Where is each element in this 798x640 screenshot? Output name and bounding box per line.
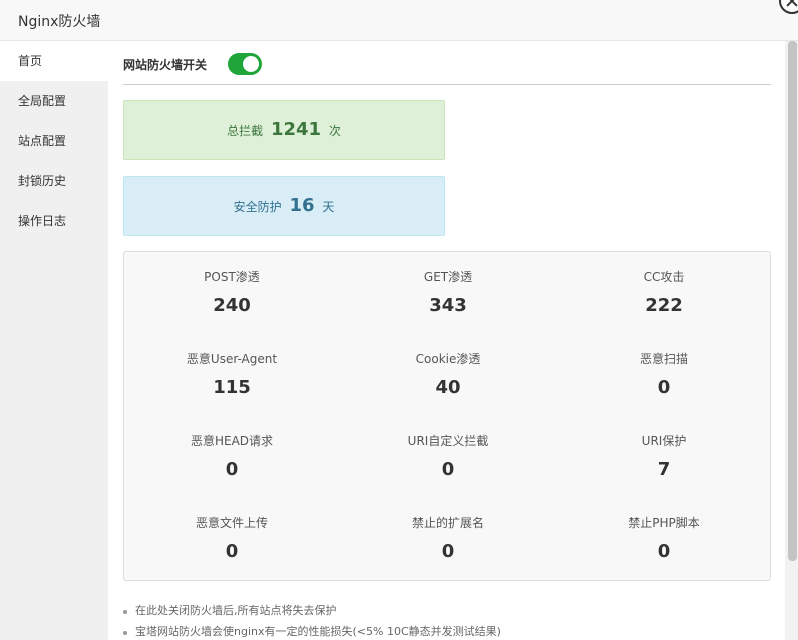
stat-value: 0 [657, 377, 671, 398]
total-blocked-prefix: 总拦截 [227, 124, 264, 138]
stat-uri-protection: URI保护 7 [556, 432, 772, 480]
stat-label: 禁止的扩展名 [411, 516, 484, 530]
stat-value: 0 [441, 541, 455, 562]
scrollbar[interactable] [785, 41, 798, 640]
total-blocked-value: 1241 [270, 119, 322, 140]
stat-value: 222 [645, 295, 683, 316]
window-title: Nginx防火墙 [18, 14, 101, 30]
sidebar-item-home[interactable]: 首页 [0, 41, 108, 81]
stat-label: URI自定义拦截 [407, 434, 489, 448]
stat-label: GET渗透 [423, 270, 473, 284]
stat-value: 0 [225, 541, 239, 562]
safe-days-box: 安全防护 16 天 [123, 176, 445, 236]
stat-value: 0 [441, 459, 455, 480]
stat-value: 115 [213, 377, 251, 398]
toggle-knob [243, 56, 259, 72]
stat-value: 0 [657, 541, 671, 562]
stat-label: CC攻击 [643, 270, 685, 284]
stat-value: 7 [657, 459, 671, 480]
stat-value: 240 [213, 295, 251, 316]
main-panel: 网站防火墙开关 总拦截 1241 次 安全防护 16 天 POST渗透 240 … [108, 41, 784, 640]
stat-label: POST渗透 [204, 270, 260, 284]
sidebar-item-global-config[interactable]: 全局配置 [0, 81, 108, 121]
stat-value: 0 [225, 459, 239, 480]
stat-cookie-injection: Cookie渗透 40 [340, 350, 556, 398]
stat-label: 恶意HEAD请求 [190, 434, 274, 448]
attack-stats-grid: POST渗透 240 GET渗透 343 CC攻击 222 恶意User-Age… [123, 251, 771, 581]
stat-uri-custom-block: URI自定义拦截 0 [340, 432, 556, 480]
stat-malicious-scan: 恶意扫描 0 [556, 350, 772, 398]
stat-label: 禁止PHP脚本 [628, 516, 700, 530]
stat-cc-attack: CC攻击 222 [556, 268, 772, 316]
stat-label: Cookie渗透 [415, 352, 481, 366]
title-bar: Nginx防火墙 [0, 0, 798, 41]
stat-label: URI保护 [641, 434, 687, 448]
safe-days-prefix: 安全防护 [233, 200, 282, 214]
stat-post-injection: POST渗透 240 [124, 268, 340, 316]
firewall-toggle[interactable] [228, 53, 262, 75]
note-item: 在此处关闭防火墙后,所有站点将失去保护 [123, 603, 501, 624]
stat-label: 恶意扫描 [639, 352, 688, 366]
sidebar-item-site-config[interactable]: 站点配置 [0, 121, 108, 161]
sidebar-item-block-history[interactable]: 封锁历史 [0, 161, 108, 201]
stat-forbidden-extension: 禁止的扩展名 0 [340, 514, 556, 562]
sidebar-item-operation-log[interactable]: 操作日志 [0, 201, 108, 241]
stat-get-injection: GET渗透 343 [340, 268, 556, 316]
stat-value: 40 [435, 377, 461, 398]
stat-value: 343 [429, 295, 467, 316]
notes-list: 在此处关闭防火墙后,所有站点将失去保护 宝塔网站防火墙会使nginx有一定的性能… [123, 603, 501, 640]
stat-malicious-head: 恶意HEAD请求 0 [124, 432, 340, 480]
stat-forbidden-php: 禁止PHP脚本 0 [556, 514, 772, 562]
safe-days-suffix: 天 [322, 200, 335, 214]
stat-malicious-user-agent: 恶意User-Agent 115 [124, 350, 340, 398]
firewall-switch-label: 网站防火墙开关 [123, 58, 208, 72]
stat-label: 恶意文件上传 [195, 516, 268, 530]
firewall-switch-row: 网站防火墙开关 [123, 41, 771, 85]
scrollbar-thumb[interactable] [788, 41, 797, 561]
total-blocked-suffix: 次 [328, 124, 341, 138]
note-item: 宝塔网站防火墙会使nginx有一定的性能损失(<5% 10C静态并发测试结果) [123, 624, 501, 640]
sidebar: 首页 全局配置 站点配置 封锁历史 操作日志 [0, 41, 108, 640]
stat-malicious-upload: 恶意文件上传 0 [124, 514, 340, 562]
safe-days-value: 16 [289, 195, 315, 216]
stat-label: 恶意User-Agent [186, 352, 278, 366]
total-blocked-box: 总拦截 1241 次 [123, 100, 445, 160]
